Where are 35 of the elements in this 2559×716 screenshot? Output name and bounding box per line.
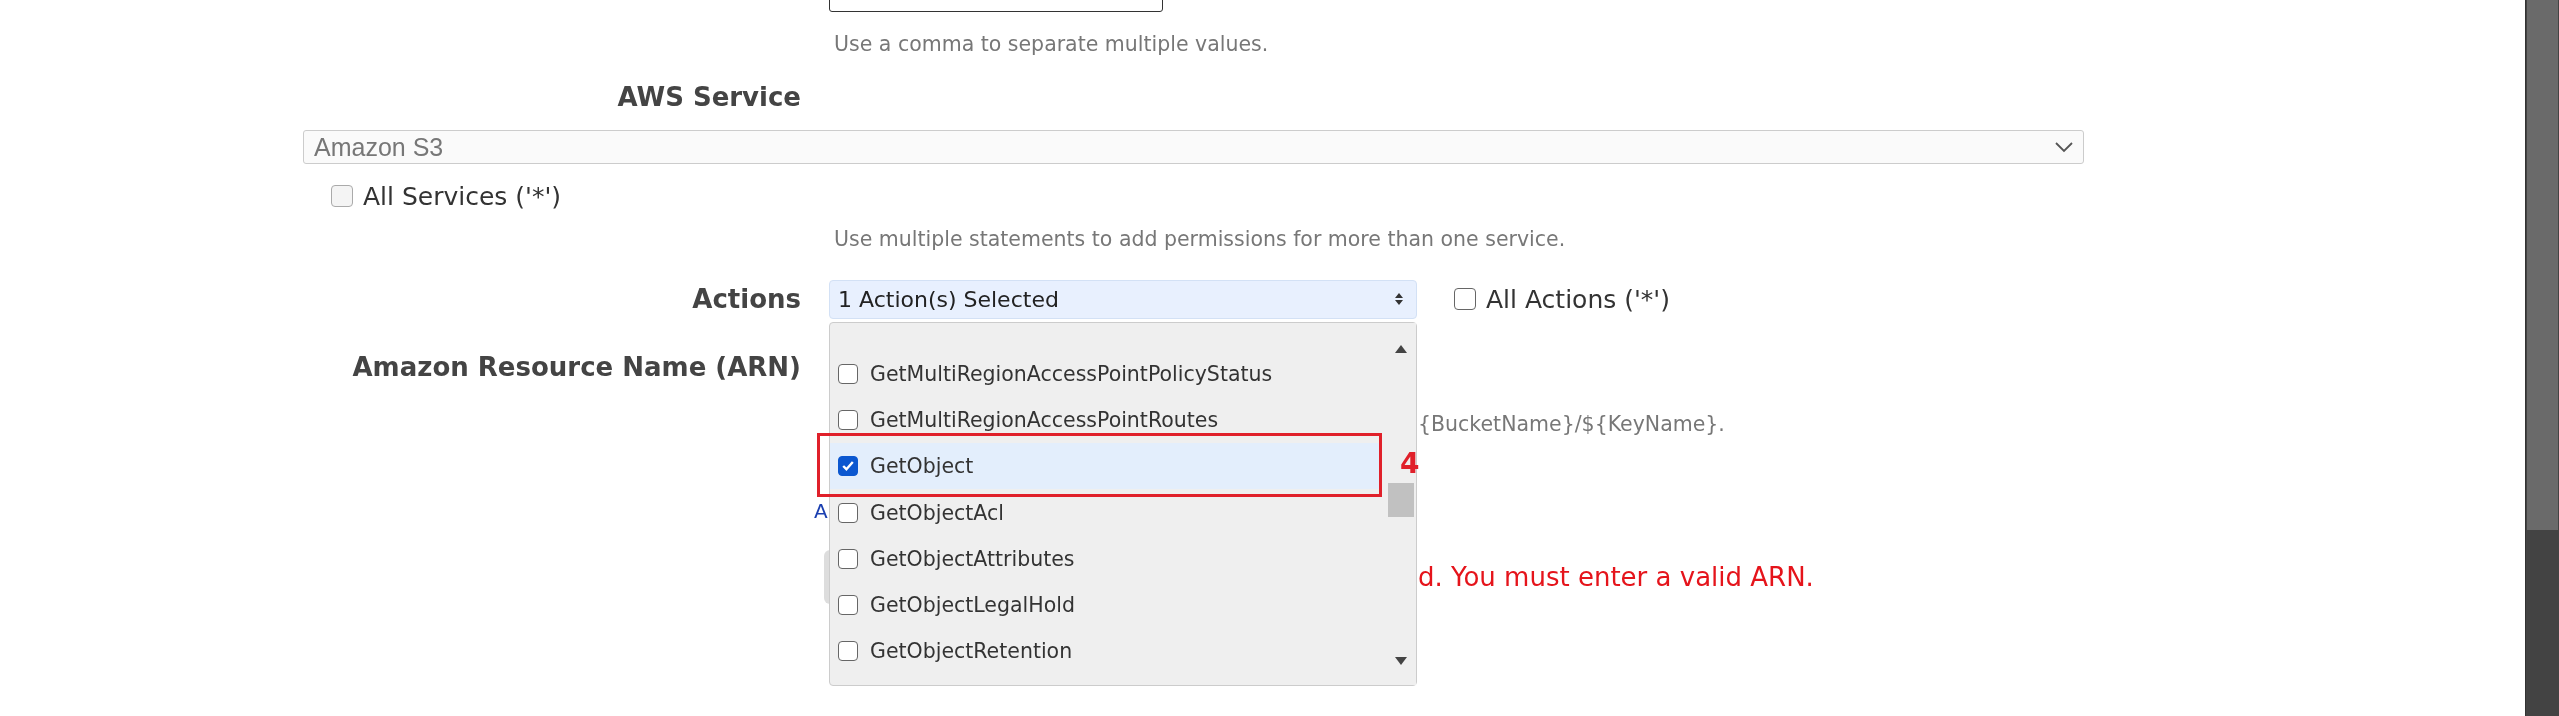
service-select[interactable]: Amazon S3 <box>303 130 2084 164</box>
page-scrollbar[interactable] <box>2525 0 2559 716</box>
checkbox[interactable] <box>838 456 858 477</box>
field-label: AWS Service <box>616 82 801 112</box>
list-item[interactable]: GetObject <box>830 443 1382 490</box>
hint-text: Use a comma to separate multiple values. <box>834 32 1269 56</box>
checkbox[interactable] <box>838 595 858 616</box>
sort-arrows-icon <box>1394 292 1404 306</box>
list-item[interactable]: GetObjectRetention <box>830 628 1382 675</box>
link[interactable]: A <box>814 499 828 523</box>
list-item[interactable]: GetObjectAttributes <box>830 535 1382 582</box>
checkbox[interactable] <box>838 548 858 569</box>
hint-text: {BucketName}/${KeyName}. <box>1418 412 1725 436</box>
checkbox[interactable] <box>838 409 858 430</box>
hint-text: Use multiple statements to add permissions for more than one service. <box>834 227 1566 251</box>
checkbox[interactable] <box>838 641 858 662</box>
scroll-thumb[interactable] <box>1388 482 1414 517</box>
error-message: d. You must enter a valid ARN. <box>1418 562 1814 592</box>
checkbox[interactable] <box>838 363 858 384</box>
checkbox[interactable] <box>838 502 858 523</box>
checkbox[interactable] <box>1454 288 1476 310</box>
list-item[interactable]: GetMultiRegionAccessPointPolicyStatus <box>830 350 1382 397</box>
list-item[interactable]: GetMultiRegionAccessPointRoutes <box>830 396 1382 444</box>
field-label: Actions <box>691 284 801 314</box>
checkbox-label: All Services ('*') <box>363 181 562 211</box>
field-label: Amazon Resource Name (ARN) <box>351 352 801 382</box>
checkbox[interactable] <box>331 185 353 207</box>
scroll-down-icon[interactable] <box>1395 656 1407 665</box>
scroll-up-icon[interactable] <box>1395 344 1407 353</box>
actions-select[interactable]: 1 Action(s) Selected <box>829 279 1417 319</box>
chevron-icon <box>2055 141 2073 153</box>
list-item[interactable]: GetObjectAcl <box>830 489 1382 536</box>
checkbox-label: All Actions ('*') <box>1486 284 1670 314</box>
list-item[interactable]: GetObjectLegalHold <box>830 582 1382 629</box>
annotation-number: 4 <box>1400 447 1420 481</box>
